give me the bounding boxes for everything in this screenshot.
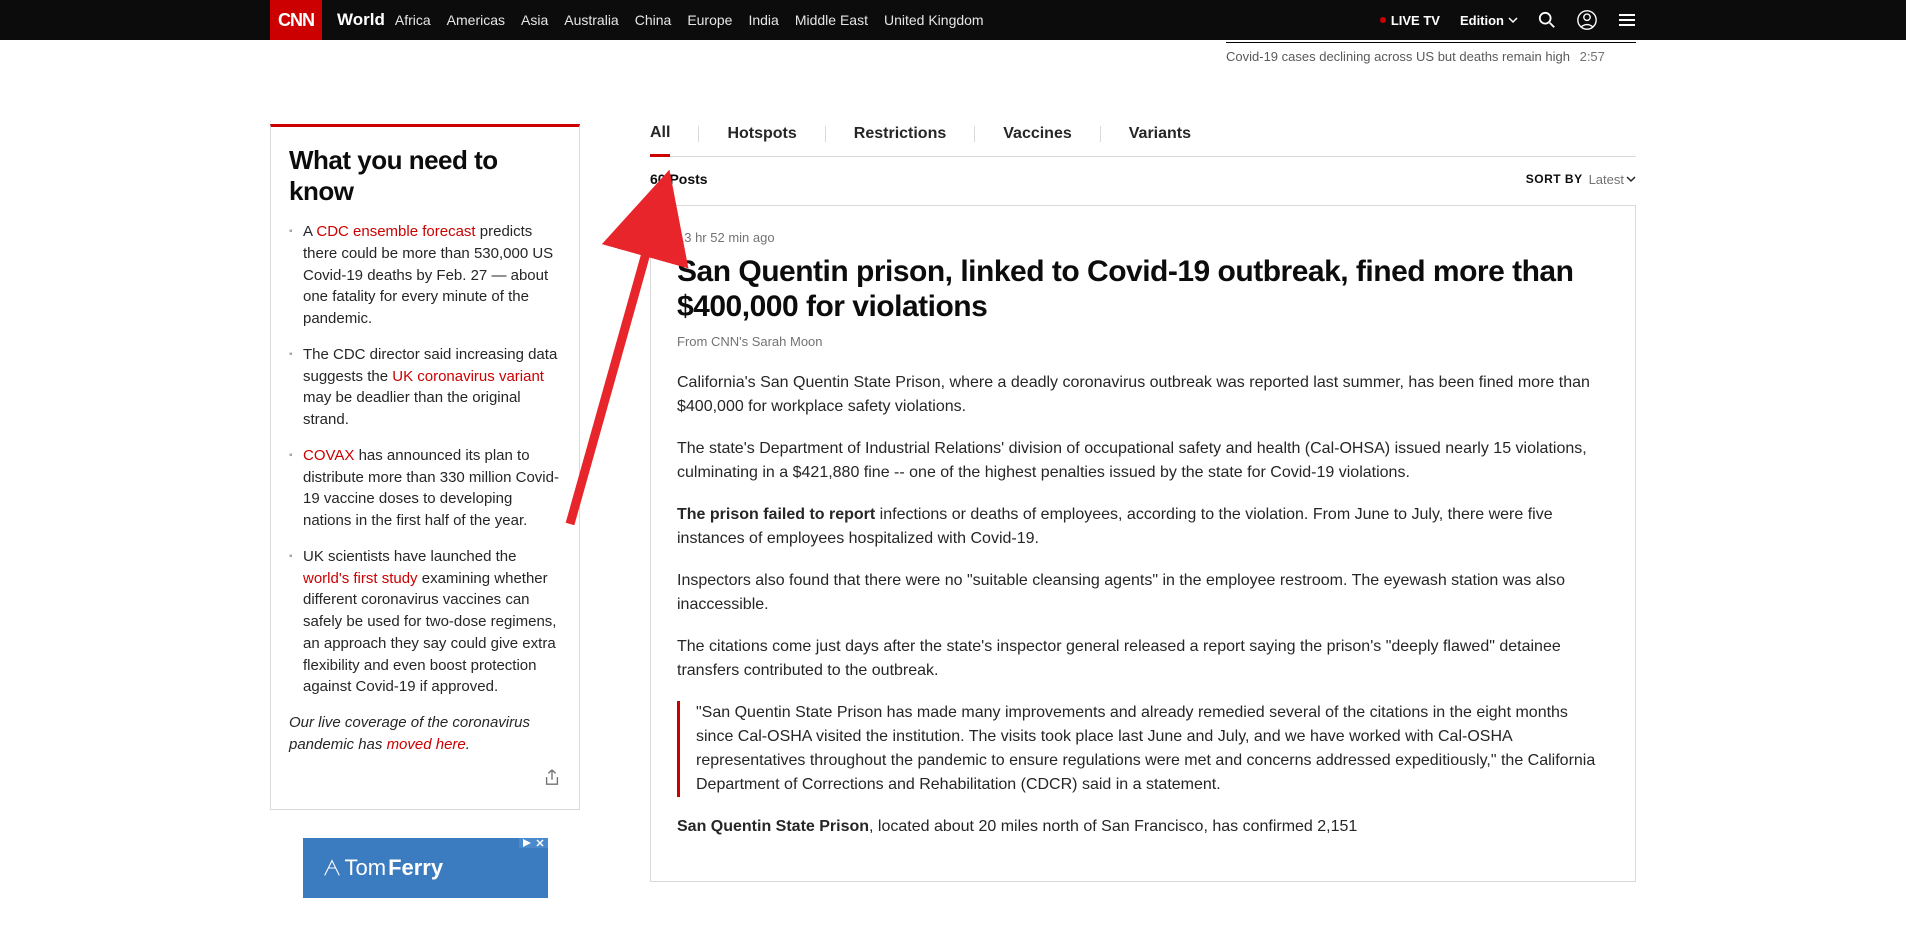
article-body: California's San Quentin State Prison, w…	[677, 371, 1609, 839]
nav-americas[interactable]: Americas	[447, 12, 505, 28]
hamburger-icon	[1618, 11, 1636, 29]
tab-vaccines[interactable]: Vaccines	[1003, 125, 1072, 155]
nav-asia[interactable]: Asia	[521, 12, 548, 28]
ad-unit[interactable]: TomFerry	[303, 838, 548, 898]
paragraph: Inspectors also found that there were no…	[677, 569, 1609, 617]
ntk-footer: Our live coverage of the coronavirus pan…	[289, 712, 561, 756]
user-icon	[1576, 9, 1598, 31]
tab-variants[interactable]: Variants	[1129, 125, 1191, 155]
chevron-down-icon	[1508, 13, 1518, 28]
ntk-item: The CDC director said increasing data su…	[289, 344, 561, 431]
feed-tabs: All Hotspots Restrictions Vaccines Varia…	[650, 124, 1636, 157]
menu-button[interactable]	[1618, 11, 1636, 29]
blockquote: "San Quentin State Prison has made many …	[677, 701, 1609, 797]
live-indicator-icon	[1380, 17, 1386, 23]
ntk-link-first-study[interactable]: world's first study	[303, 570, 418, 587]
nav-africa[interactable]: Africa	[395, 12, 431, 28]
video-duration: 2:57	[1580, 49, 1605, 64]
video-caption: Covid-19 cases declining across US but d…	[1226, 43, 1636, 64]
sort-value: Latest	[1589, 172, 1636, 187]
global-header: CNN World Africa Americas Asia Australia…	[0, 0, 1906, 40]
tab-separator	[974, 126, 975, 142]
tab-hotspots[interactable]: Hotspots	[727, 125, 796, 155]
ad-logo: TomFerry	[321, 855, 444, 881]
ntk-list: A CDC ensemble forecast predicts there c…	[289, 221, 561, 698]
header-right: LIVE TV Edition	[1380, 9, 1636, 31]
ntk-link-moved-here[interactable]: moved here	[387, 736, 466, 753]
video-strip: Covid-19 cases declining across US but d…	[0, 42, 1906, 64]
nav-china[interactable]: China	[635, 12, 672, 28]
post-count: 60 Posts	[650, 171, 708, 187]
sort-control[interactable]: SORT BY Latest	[1526, 172, 1636, 187]
tab-separator	[1100, 126, 1101, 142]
sort-label: SORT BY	[1526, 172, 1583, 186]
ntk-item: A CDC ensemble forecast predicts there c…	[289, 221, 561, 330]
ntk-link-cdc-forecast[interactable]: CDC ensemble forecast	[316, 223, 475, 240]
ntk-item: COVAX has announced its plan to distribu…	[289, 445, 561, 532]
main-content: All Hotspots Restrictions Vaccines Varia…	[650, 124, 1636, 898]
tab-restrictions[interactable]: Restrictions	[854, 125, 946, 155]
paragraph: The prison failed to report infections o…	[677, 503, 1609, 551]
ntk-link-uk-variant[interactable]: UK coronavirus variant	[392, 368, 544, 385]
nav-india[interactable]: India	[748, 12, 778, 28]
nav-middle-east[interactable]: Middle East	[795, 12, 868, 28]
article-card: 13 hr 52 min ago San Quentin prison, lin…	[650, 205, 1636, 882]
share-icon	[543, 768, 561, 786]
article-byline: From CNN's Sarah Moon	[677, 334, 1609, 349]
need-to-know-box: What you need to know A CDC ensemble for…	[270, 124, 580, 810]
paragraph: San Quentin State Prison, located about …	[677, 815, 1609, 839]
live-tv-label: LIVE TV	[1391, 13, 1440, 28]
article-timestamp: 13 hr 52 min ago	[677, 230, 1609, 245]
search-button[interactable]	[1538, 11, 1556, 29]
edition-picker[interactable]: Edition	[1460, 13, 1518, 28]
nav-europe[interactable]: Europe	[687, 12, 732, 28]
ntk-title: What you need to know	[289, 145, 561, 207]
nav-australia[interactable]: Australia	[564, 12, 618, 28]
video-title: Covid-19 cases declining across US but d…	[1226, 49, 1570, 64]
nav-links: Africa Americas Asia Australia China Eur…	[395, 12, 984, 28]
account-button[interactable]	[1576, 9, 1598, 31]
paragraph: The citations come just days after the s…	[677, 635, 1609, 683]
edition-label: Edition	[1460, 13, 1504, 28]
ntk-item: UK scientists have launched the world's …	[289, 546, 561, 698]
adchoices-icon	[522, 838, 532, 848]
close-icon	[535, 838, 545, 848]
ntk-link-covax[interactable]: COVAX	[303, 447, 354, 464]
live-tv-link[interactable]: LIVE TV	[1380, 13, 1440, 28]
tab-separator	[698, 126, 699, 142]
cnn-logo[interactable]: CNN	[270, 0, 322, 40]
paragraph: The state's Department of Industrial Rel…	[677, 437, 1609, 485]
paragraph: California's San Quentin State Prison, w…	[677, 371, 1609, 419]
article-title: San Quentin prison, linked to Covid-19 o…	[677, 255, 1609, 324]
ad-choices-badge[interactable]	[519, 838, 548, 848]
section-label[interactable]: World	[337, 10, 385, 30]
share-button[interactable]	[289, 768, 561, 791]
quote-text: "San Quentin State Prison has made many …	[696, 701, 1609, 797]
tab-separator	[825, 126, 826, 142]
search-icon	[1538, 11, 1556, 29]
page-body: What you need to know A CDC ensemble for…	[0, 124, 1906, 898]
nav-uk[interactable]: United Kingdom	[884, 12, 984, 28]
feed-meta: 60 Posts SORT BY Latest	[650, 157, 1636, 205]
video-card[interactable]: Covid-19 cases declining across US but d…	[1226, 42, 1636, 64]
chevron-down-icon	[1626, 174, 1636, 184]
tab-all[interactable]: All	[650, 124, 670, 157]
ad-brand-icon	[321, 857, 343, 879]
sidebar: What you need to know A CDC ensemble for…	[270, 124, 580, 898]
